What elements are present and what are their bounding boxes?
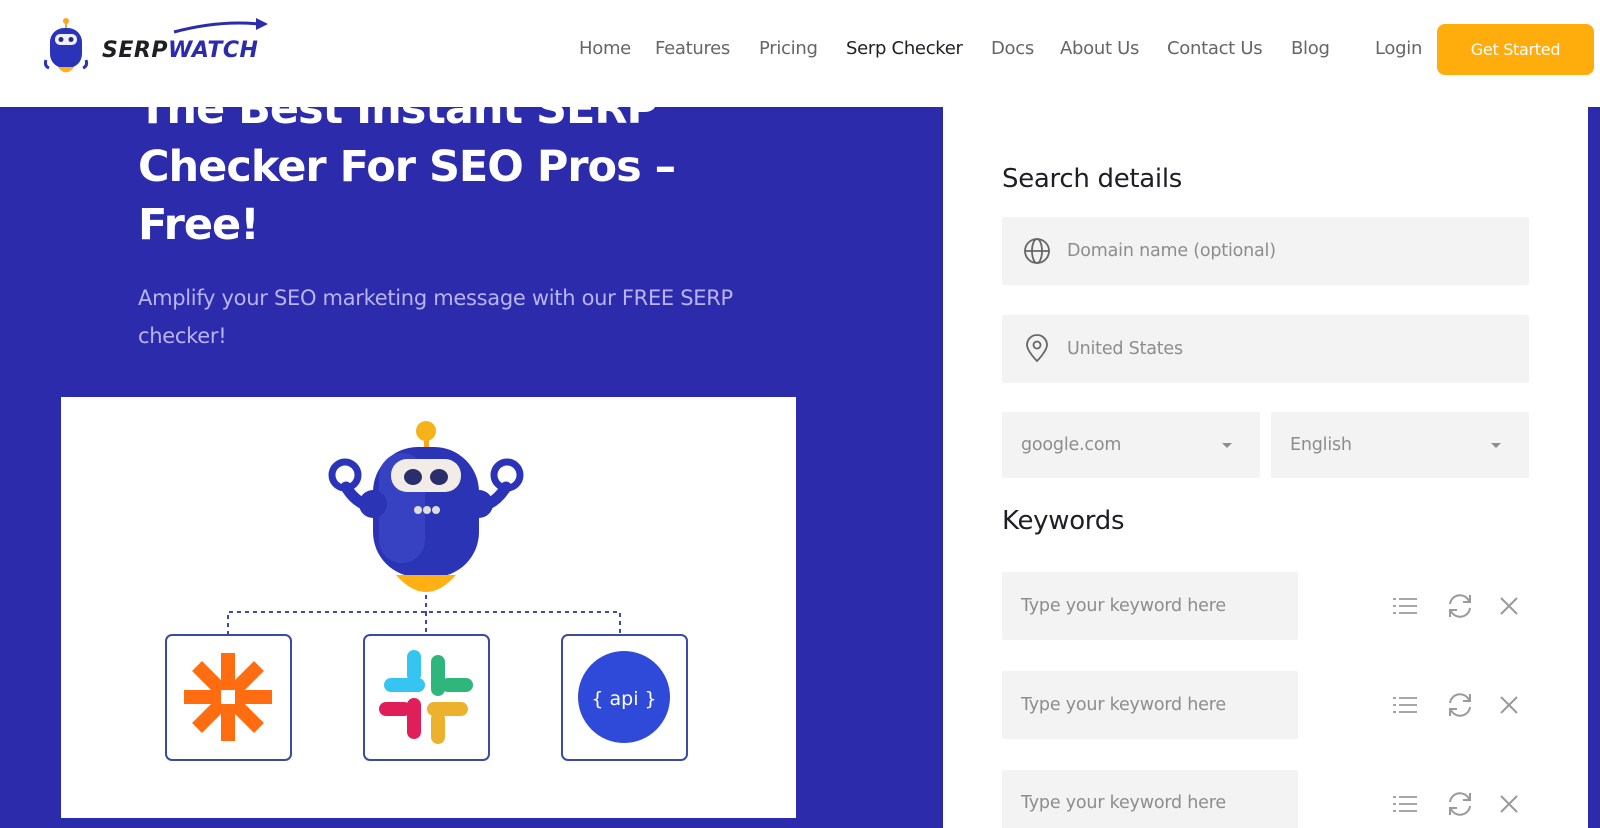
chevron-down-icon	[1222, 443, 1232, 448]
robot-integrations-illustration: { api }	[165, 421, 688, 761]
list-icon[interactable]	[1390, 591, 1420, 621]
chevron-down-icon	[1491, 443, 1501, 448]
main-nav: Home Features Pricing Serp Checker Docs …	[0, 0, 1600, 100]
refresh-icon[interactable]	[1445, 690, 1475, 720]
site-header: SERPWATCH Home Features Pricing Serp Che…	[0, 0, 1600, 107]
nav-home[interactable]: Home	[579, 38, 631, 59]
close-icon[interactable]	[1494, 690, 1524, 720]
search-details-title: Search details	[1002, 164, 1183, 194]
nav-serp-checker[interactable]: Serp Checker	[846, 38, 963, 59]
keyword-placeholder: Type your keyword here	[1021, 695, 1226, 715]
get-started-button[interactable]: Get Started	[1437, 24, 1594, 75]
hero-subtitle: Amplify your SEO marketing message with …	[138, 286, 733, 348]
nav-about-us[interactable]: About Us	[1060, 38, 1139, 59]
nav-contact-us[interactable]: Contact Us	[1167, 38, 1263, 59]
close-icon[interactable]	[1494, 591, 1524, 621]
hero-title-line-2: Checker For SEO Pros –	[138, 142, 676, 192]
keywords-title: Keywords	[1002, 506, 1125, 536]
location-field[interactable]: United States	[1002, 315, 1529, 383]
keyword-input[interactable]: Type your keyword here	[1002, 572, 1298, 640]
keyword-placeholder: Type your keyword here	[1021, 793, 1226, 813]
list-icon[interactable]	[1390, 690, 1420, 720]
keyword-input[interactable]: Type your keyword here	[1002, 671, 1298, 739]
domain-field[interactable]: Domain name (optional)	[1002, 217, 1529, 285]
api-label: { api }	[591, 688, 656, 710]
hero-title-line-3: Free!	[138, 200, 260, 250]
search-engine-select[interactable]: google.com	[1002, 412, 1260, 478]
list-icon[interactable]	[1390, 789, 1420, 819]
nav-pricing[interactable]: Pricing	[759, 38, 818, 59]
search-engine-value: google.com	[1021, 435, 1122, 455]
keyword-placeholder: Type your keyword here	[1021, 596, 1226, 616]
domain-placeholder: Domain name (optional)	[1067, 241, 1276, 261]
location-pin-icon	[1026, 334, 1048, 363]
refresh-icon[interactable]	[1445, 591, 1475, 621]
panel-edge	[1588, 100, 1600, 828]
close-icon[interactable]	[1494, 789, 1524, 819]
nav-features[interactable]: Features	[655, 38, 730, 59]
nav-blog[interactable]: Blog	[1291, 38, 1330, 59]
location-value: United States	[1067, 339, 1183, 359]
login-link[interactable]: Login	[1375, 38, 1422, 59]
nav-docs[interactable]: Docs	[991, 38, 1034, 59]
globe-icon	[1024, 238, 1050, 264]
refresh-icon[interactable]	[1445, 789, 1475, 819]
language-value: English	[1290, 435, 1352, 455]
keyword-input[interactable]: Type your keyword here	[1002, 770, 1298, 828]
language-select[interactable]: English	[1271, 412, 1529, 478]
hero-illustration: { api }	[61, 397, 796, 818]
